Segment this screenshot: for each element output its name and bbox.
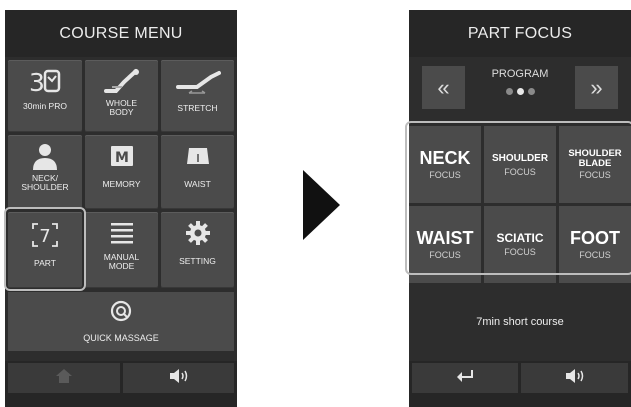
speaker-icon	[169, 368, 189, 388]
focus-sub: FOCUS	[579, 250, 611, 260]
program-prev-button[interactable]: «	[422, 66, 465, 109]
focus-name: SHOULDER	[491, 152, 549, 164]
gear-icon	[184, 218, 212, 248]
program-page-dots	[473, 88, 567, 95]
page-dot	[505, 88, 513, 95]
memory-glyph: M	[115, 150, 129, 166]
focus-tile-sciatic[interactable]: SCIATIC FOCUS	[484, 206, 556, 283]
quick-massage-button[interactable]: QUICK MASSAGE	[8, 292, 234, 351]
tile-stretch[interactable]: STRETCH	[161, 60, 234, 132]
focus-sub: FOCUS	[429, 250, 461, 260]
volume-button[interactable]	[123, 363, 234, 393]
30-minute-icon: 3	[28, 66, 62, 96]
course-menu-panel: COURSE MENU 3 30min PRO WHOLE BODY STRET…	[5, 10, 237, 407]
tile-label: SETTING	[179, 256, 216, 266]
stretch-icon	[175, 66, 221, 96]
tile-label: MANUAL MODE	[103, 252, 140, 271]
focus-name: WAIST	[416, 228, 474, 248]
tile-label: WAIST	[184, 179, 211, 189]
tile-whole-body[interactable]: WHOLE BODY	[85, 60, 158, 132]
focus-sub: FOCUS	[504, 166, 536, 177]
tile-label: PART	[34, 258, 56, 268]
waist-icon	[184, 141, 212, 171]
back-button[interactable]	[412, 363, 518, 393]
focus-name: SHOULDER BLADE	[568, 148, 622, 169]
focus-tile-shoulder[interactable]: SHOULDER FOCUS	[484, 126, 556, 203]
svg-text:3: 3	[29, 68, 45, 95]
left-bottom-bar	[5, 361, 237, 407]
part-focus-title: PART FOCUS	[409, 10, 631, 57]
list-icon	[107, 218, 137, 248]
tile-waist[interactable]: WAIST	[161, 135, 234, 209]
tile-neck-shoulder[interactable]: NECK/ SHOULDER	[8, 135, 82, 209]
page-dot-active	[516, 88, 524, 95]
home-icon	[55, 368, 73, 389]
page-dot	[527, 88, 535, 95]
program-selector: PROGRAM	[473, 68, 567, 95]
transition-arrow-icon	[303, 170, 340, 240]
right-bottom-bar	[409, 361, 631, 407]
tile-part[interactable]: 7 PART	[8, 212, 82, 288]
tile-30min-pro[interactable]: 3 30min PRO	[8, 60, 82, 132]
memory-icon: M	[108, 141, 136, 171]
chevron-double-right-icon: »	[590, 74, 603, 100]
course-status: 7min short course	[476, 316, 564, 328]
course-menu-title: COURSE MENU	[5, 10, 237, 57]
program-next-button[interactable]: »	[575, 66, 618, 109]
focus-sub: FOCUS	[429, 170, 461, 180]
focus-sub: FOCUS	[579, 170, 611, 180]
focus-sub: FOCUS	[504, 246, 536, 257]
tile-label: 30min PRO	[23, 101, 67, 111]
tile-memory[interactable]: M MEMORY	[85, 135, 158, 209]
neck-shoulder-icon	[30, 141, 60, 171]
tile-label: STRETCH	[177, 103, 218, 113]
chevron-double-left-icon: «	[437, 74, 450, 100]
quick-massage-label: QUICK MASSAGE	[83, 333, 159, 343]
focus-name: SCIATIC	[496, 230, 544, 245]
target-icon	[110, 300, 132, 327]
tile-label: WHOLE BODY	[105, 98, 138, 117]
focus-tile-neck[interactable]: NECK FOCUS	[409, 126, 481, 203]
tile-manual-mode[interactable]: MANUAL MODE	[85, 212, 158, 288]
part-focus-panel: PART FOCUS « PROGRAM » NECK FOCUS SHOULD…	[409, 10, 631, 407]
focus-tile-foot[interactable]: FOOT FOCUS	[559, 206, 631, 283]
focus-name: NECK	[419, 148, 471, 168]
focus-tile-waist[interactable]: WAIST FOCUS	[409, 206, 481, 283]
volume-button[interactable]	[521, 363, 628, 393]
part-glyph: 7	[39, 226, 50, 247]
program-label: PROGRAM	[491, 68, 549, 80]
focus-name: FOOT	[570, 228, 620, 248]
speaker-icon	[565, 368, 585, 388]
tile-label: MEMORY	[102, 179, 141, 189]
part-icon: 7	[30, 220, 60, 250]
return-arrow-icon	[454, 368, 476, 389]
reclining-body-icon	[102, 66, 142, 96]
focus-tile-shoulder-blade[interactable]: SHOULDER BLADE FOCUS	[559, 126, 631, 203]
tile-setting[interactable]: SETTING	[161, 212, 234, 288]
home-button[interactable]	[8, 363, 120, 393]
tile-label: NECK/ SHOULDER	[21, 173, 69, 192]
